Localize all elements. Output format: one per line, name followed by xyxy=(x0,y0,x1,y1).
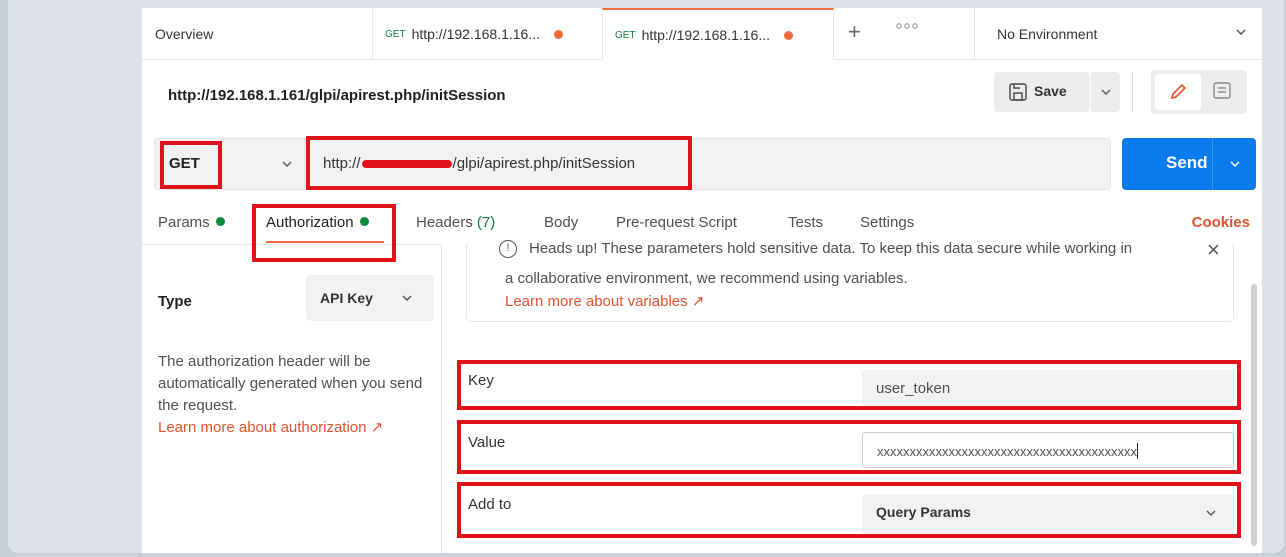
tab-method: GET xyxy=(385,28,406,40)
divider xyxy=(1212,138,1213,190)
vertical-scrollbar[interactable] xyxy=(1248,244,1258,553)
request-title[interactable]: http://192.168.1.161/glpi/apirest.php/in… xyxy=(168,87,506,104)
chevron-down-icon xyxy=(280,157,294,176)
headers-count: (7) xyxy=(476,214,496,231)
auth-type-value: API Key xyxy=(320,290,373,306)
scrollbar-thumb[interactable] xyxy=(1251,284,1257,546)
save-options-button[interactable] xyxy=(1090,72,1120,112)
notice-text-line2: a collaborative environment, we recommen… xyxy=(505,270,908,287)
notice-text-line1: Heads up! These parameters hold sensitiv… xyxy=(529,240,1133,257)
highlight-value-row xyxy=(457,420,1241,474)
save-button[interactable]: Save xyxy=(994,72,1120,112)
environment-label: No Environment xyxy=(997,26,1098,42)
send-button[interactable]: Send xyxy=(1122,138,1256,190)
environment-selector[interactable]: No Environment xyxy=(974,8,1262,60)
learn-auth-link[interactable]: Learn more about authorization ↗ xyxy=(158,419,383,436)
new-tab-plus-icon[interactable]: + xyxy=(848,20,861,44)
save-label: Save xyxy=(1034,83,1067,99)
learn-variables-link[interactable]: Learn more about variables ↗ xyxy=(505,292,704,310)
auth-description-text: The authorization header will be automat… xyxy=(158,353,423,414)
unsaved-dot-icon xyxy=(784,30,793,40)
chevron-down-icon[interactable] xyxy=(1228,157,1242,176)
highlight-method xyxy=(160,141,222,189)
auth-type-select[interactable]: API Key xyxy=(306,275,434,321)
divider xyxy=(1132,72,1133,112)
highlight-url xyxy=(306,136,692,190)
tab-request-2[interactable]: GET http://192.168.1.16... xyxy=(602,8,834,60)
more-tabs-icon[interactable] xyxy=(896,22,918,33)
tab-settings[interactable]: Settings xyxy=(860,214,914,231)
info-icon: ! xyxy=(499,240,517,258)
comment-icon[interactable] xyxy=(1211,80,1233,107)
tab-params-label: Params xyxy=(158,214,210,231)
edit-mode-button[interactable] xyxy=(1155,74,1201,110)
view-mode-toggle[interactable] xyxy=(1151,70,1247,114)
chevron-down-icon xyxy=(1234,25,1248,42)
tab-method: GET xyxy=(615,29,636,41)
close-icon[interactable]: × xyxy=(1207,239,1220,261)
tab-tests[interactable]: Tests xyxy=(788,214,823,231)
tab-prerequest-script[interactable]: Pre-request Script xyxy=(616,214,737,231)
pencil-icon xyxy=(1170,83,1187,100)
postman-window: Overview GET http://192.168.1.16... GET … xyxy=(142,8,1262,553)
auth-type-pane: Type API Key The authorization header wi… xyxy=(142,244,442,553)
sensitive-data-notice: ! Heads up! These parameters hold sensit… xyxy=(466,239,1234,322)
type-label: Type xyxy=(158,293,192,310)
highlight-key-row xyxy=(457,360,1241,410)
chevron-down-icon xyxy=(1101,89,1111,95)
tab-request-1[interactable]: GET http://192.168.1.16... xyxy=(372,8,602,60)
tab-url: http://192.168.1.16... xyxy=(411,26,540,42)
highlight-authorization-tab xyxy=(252,204,396,262)
tab-headers[interactable]: Headers (7) xyxy=(416,214,495,231)
auth-description: The authorization header will be automat… xyxy=(158,351,438,439)
tab-headers-label: Headers xyxy=(416,214,473,231)
tab-url: http://192.168.1.16... xyxy=(641,27,770,43)
tab-overview-label: Overview xyxy=(155,26,214,42)
chevron-down-icon xyxy=(400,291,414,310)
tab-params[interactable]: Params xyxy=(158,214,225,231)
tab-body[interactable]: Body xyxy=(544,214,578,231)
save-icon xyxy=(1008,82,1028,105)
status-dot-icon xyxy=(215,217,225,226)
send-label: Send xyxy=(1166,153,1208,172)
highlight-addto-row xyxy=(457,482,1241,538)
cookies-link[interactable]: Cookies xyxy=(1192,214,1250,231)
tab-bar: Overview GET http://192.168.1.16... GET … xyxy=(142,8,1262,60)
tab-overview[interactable]: Overview xyxy=(155,8,213,60)
unsaved-dot-icon xyxy=(554,29,563,39)
